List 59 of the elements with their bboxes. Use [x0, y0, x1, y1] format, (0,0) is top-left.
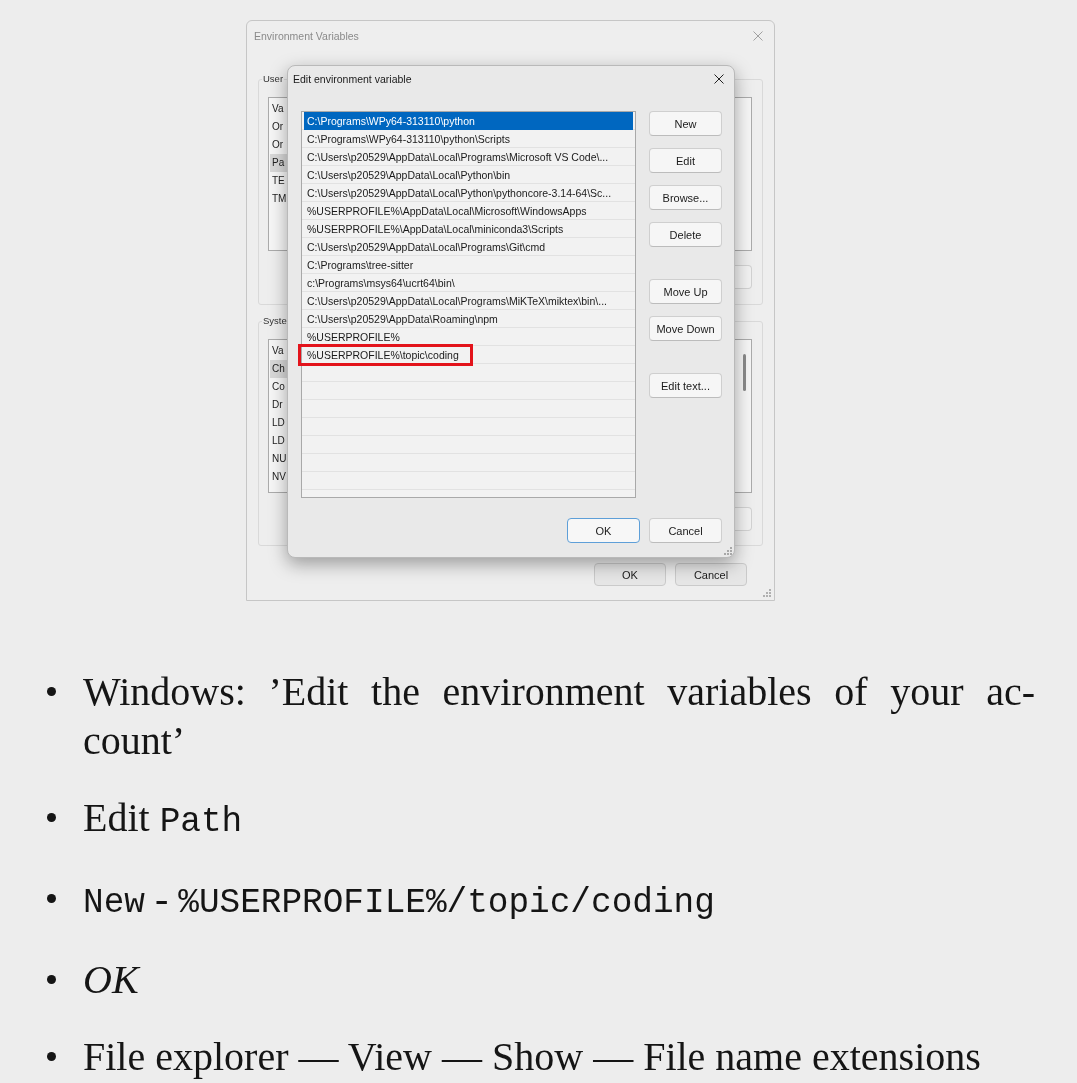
variable-row[interactable]: Dr [270, 396, 287, 414]
variable-row[interactable]: Ch [270, 360, 287, 378]
group-label: Syste [262, 315, 288, 327]
path-entry[interactable]: c:\Programs\msys64\ucrt64\bin\ [304, 274, 633, 292]
bullet-icon [47, 1052, 56, 1061]
variable-row[interactable]: TM [270, 190, 287, 208]
bullet-text: File explorer — View — Show — File name extensions [83, 1033, 982, 1081]
scrollbar-thumb[interactable] [743, 354, 746, 391]
dialog-button[interactable]: Move Up [649, 279, 722, 304]
dialog-button[interactable]: Cancel [675, 563, 747, 586]
path-entry[interactable]: C:\Users\p20529\AppData\Local\Programs\Git\cmd [304, 238, 633, 256]
path-entry[interactable]: C:\Programs\WPy64-313110\python [304, 112, 633, 130]
path-entry[interactable]: C:\Users\p20529\AppData\Local\Python\pythoncore-3.14-64\Sc... [304, 184, 633, 202]
dialog-button[interactable]: Delete [649, 222, 722, 247]
resize-grip-icon[interactable] [723, 546, 732, 555]
path-entry[interactable]: C:\Users\p20529\AppData\Local\Programs\Microsoft VS Code\... [304, 148, 633, 166]
partial-button[interactable] [735, 265, 752, 289]
path-entry[interactable]: %USERPROFILE%\AppData\Local\miniconda3\Scripts [304, 220, 633, 238]
bullet-text: Windows: ’Edit the environment variables of your ac-count’ [83, 668, 1035, 765]
bullet-text: OK [83, 956, 142, 1004]
dialog-button[interactable]: Edit text... [649, 373, 722, 398]
group-label: User [262, 73, 285, 85]
variable-row[interactable]: Pa [270, 154, 287, 172]
column-header[interactable]: Va [270, 342, 287, 360]
dialog-button[interactable]: Browse... [649, 185, 722, 210]
path-entry[interactable]: C:\Users\p20529\AppData\Local\Python\bin [304, 166, 633, 184]
resize-grip-icon[interactable] [762, 588, 771, 597]
path-entry[interactable]: C:\Users\p20529\AppData\Local\Programs\MiKTeX\miktex\bin\... [304, 292, 633, 310]
variable-row[interactable]: LD [270, 414, 287, 432]
path-entry[interactable]: C:\Users\p20529\AppData\Roaming\npm [304, 310, 633, 328]
bullet-icon [47, 687, 56, 696]
close-icon[interactable] [714, 74, 724, 84]
column-header[interactable]: Va [270, 100, 287, 118]
window-title: Environment Variables [254, 30, 359, 42]
path-entry[interactable]: %USERPROFILE%\topic\coding [304, 346, 633, 364]
dialog-button[interactable]: Move Down [649, 316, 722, 341]
variable-row[interactable]: LD [270, 432, 287, 450]
variable-row[interactable]: Or [270, 118, 287, 136]
bullet-icon [47, 894, 56, 903]
dialog-button[interactable]: Cancel [649, 518, 722, 543]
dialog-button[interactable]: New [649, 111, 722, 136]
variable-row[interactable]: NU [270, 450, 287, 468]
variable-row[interactable]: Co [270, 378, 287, 396]
dialog-title: Edit environment variable [293, 73, 412, 85]
bullet-text: Edit Path [83, 794, 244, 843]
dialog-button[interactable]: OK [567, 518, 640, 543]
partial-button[interactable] [735, 507, 752, 531]
bullet-icon [47, 975, 56, 984]
path-entry[interactable]: C:\Programs\WPy64-313110\python\Scripts [304, 130, 633, 148]
path-entry[interactable]: %USERPROFILE%\AppData\Local\Microsoft\WindowsApps [304, 202, 633, 220]
path-entry[interactable]: C:\Programs\tree-sitter [304, 256, 633, 274]
dialog-button[interactable]: Edit [649, 148, 722, 173]
dialog-button[interactable]: OK [594, 563, 666, 586]
variable-row[interactable]: NV [270, 468, 287, 486]
bullet-text: New - %USERPROFILE%/topic/coding [83, 875, 716, 924]
path-entry[interactable]: %USERPROFILE% [304, 328, 633, 346]
variable-row[interactable]: Or [270, 136, 287, 154]
variable-row[interactable]: TE [270, 172, 287, 190]
bullet-icon [47, 813, 56, 822]
